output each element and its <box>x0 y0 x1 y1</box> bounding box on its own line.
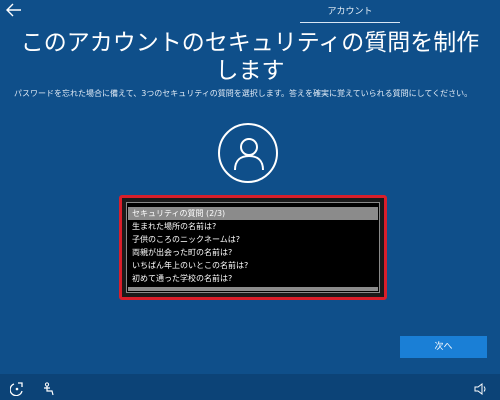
question-option[interactable]: いちばん年上のいとこの名前は? <box>128 259 378 272</box>
tab-account: アカウント <box>327 7 373 17</box>
question-option[interactable]: 生まれた場所の名前は? <box>128 220 378 233</box>
question-option[interactable]: 子供のころのニックネームは? <box>128 233 378 246</box>
ease-of-access-icon[interactable] <box>9 381 24 397</box>
question-option[interactable]: 初めて通った学校の名前は? <box>128 272 378 285</box>
next-button[interactable]: 次へ <box>400 336 487 358</box>
tab-underline <box>300 22 400 23</box>
question-option[interactable]: 両親が出会った町の名前は? <box>128 246 378 259</box>
page-description: パスワードを忘れた場合に備えて、3つのセキュリティの質問を選択します。答えを確実… <box>14 89 473 98</box>
back-arrow-icon[interactable] <box>6 3 24 19</box>
top-bar: アカウント <box>0 0 500 24</box>
question-option[interactable]: セキュリティの質問 (2/3) <box>128 207 378 220</box>
accessibility-person-icon[interactable] <box>42 381 56 396</box>
list-bottom-bar <box>128 287 378 291</box>
user-avatar-icon <box>218 123 278 183</box>
security-question-dropdown[interactable]: セキュリティの質問 (2/3) 生まれた場所の名前は? 子供のころのニックネーム… <box>119 195 387 300</box>
volume-icon[interactable] <box>474 381 488 395</box>
question-listbox[interactable]: セキュリティの質問 (2/3) 生まれた場所の名前は? 子供のころのニックネーム… <box>126 202 380 293</box>
bottom-bar <box>0 374 500 400</box>
page-title: このアカウントのセキュリティの質問を制作します <box>20 30 480 84</box>
